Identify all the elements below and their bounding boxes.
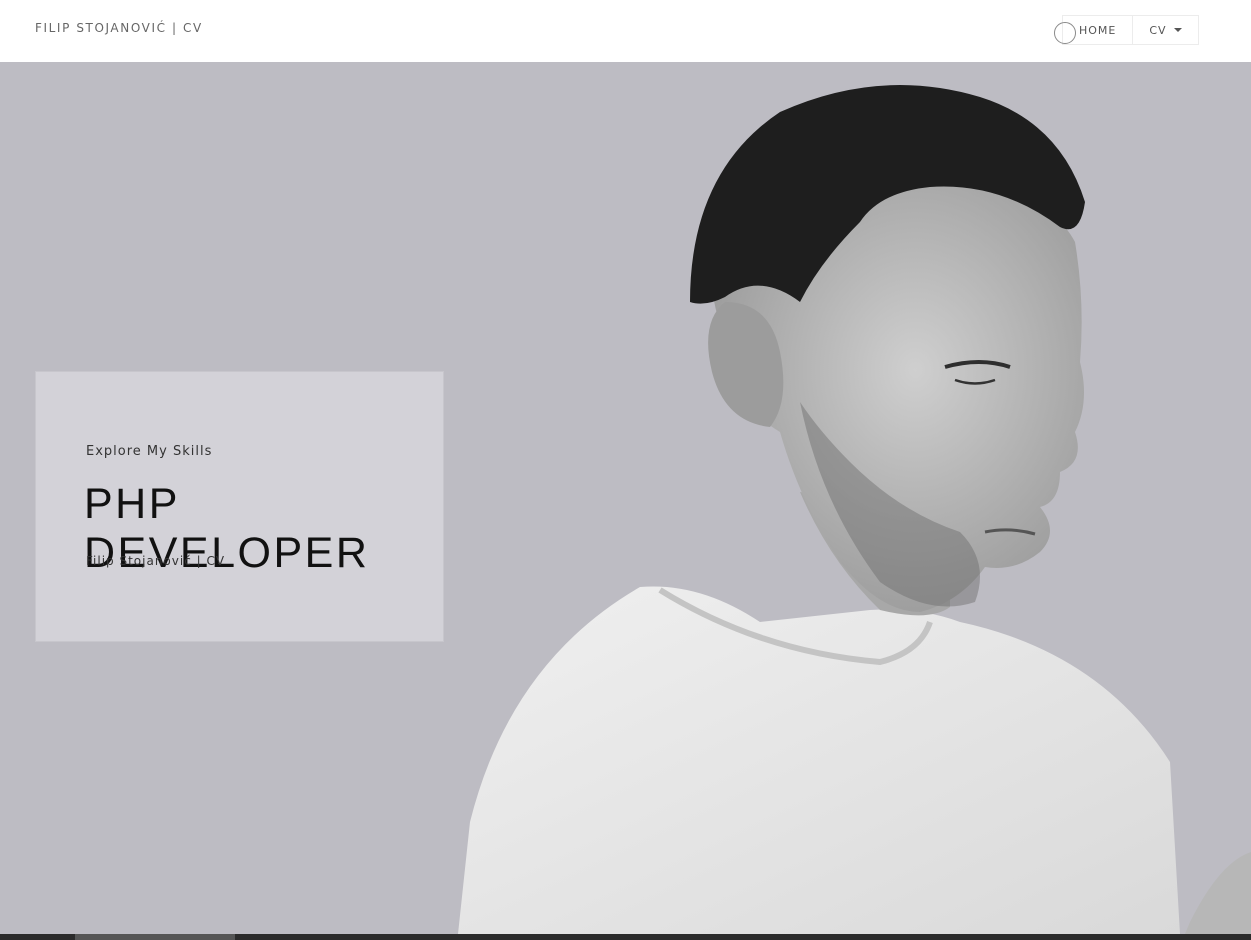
hero-card: Explore My Skills PHP DEVELOPER Filip St… (35, 371, 444, 642)
nav-item-cv-dropdown[interactable]: CV (1132, 16, 1197, 44)
site-brand-link[interactable]: FILIP STOJANOVIĆ | CV (35, 21, 203, 35)
site-header: FILIP STOJANOVIĆ | CV HOME CV (0, 0, 1251, 62)
bottom-bar-segment (75, 934, 235, 940)
nav-item-home-label: HOME (1079, 23, 1117, 37)
caret-down-icon (1173, 28, 1182, 32)
hero-kicker: Explore My Skills (86, 444, 213, 459)
hero-subtitle: Filip Stojanović | CV (86, 554, 226, 568)
bottom-scroll-bar (0, 934, 1251, 940)
hero-section: Explore My Skills PHP DEVELOPER Filip St… (0, 62, 1251, 934)
nav-item-cv-label: CV (1149, 23, 1167, 37)
main-nav: HOME CV (1062, 15, 1199, 45)
nav-item-home[interactable]: HOME (1063, 16, 1132, 44)
